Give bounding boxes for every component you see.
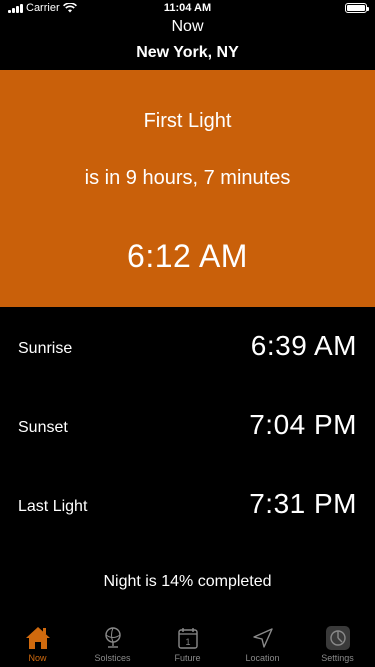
tab-label: Location (245, 653, 280, 663)
event-time: 7:04 PM (249, 409, 357, 440)
status-bar: Carrier 11:04 AM (0, 0, 375, 18)
tab-location[interactable]: Location (225, 620, 300, 667)
tab-label: Now (28, 653, 47, 663)
next-event-time: 6:12 AM (127, 238, 248, 274)
event-time: 6:39 AM (250, 330, 357, 361)
tab-label: Settings (321, 653, 354, 663)
home-icon (25, 625, 51, 651)
tab-now[interactable]: Now (0, 620, 75, 667)
tab-label: Solstices (94, 653, 131, 663)
event-label: Last Light (18, 498, 88, 515)
event-row-last-light: Last Light 7:31 PM (0, 488, 375, 528)
next-event-card: First Light is in 9 hours, 7 minutes 6:1… (0, 70, 375, 307)
location-title[interactable]: New York, NY (0, 44, 375, 62)
tab-bar: Now Solstices 1 Future Location Settings (0, 620, 375, 667)
event-label: Sunrise (18, 340, 73, 357)
event-label: Sunset (18, 419, 68, 436)
svg-text:1: 1 (185, 637, 190, 647)
event-time: 7:31 PM (249, 488, 357, 519)
location-arrow-icon (250, 625, 276, 651)
event-row-sunrise: Sunrise 6:39 AM (0, 330, 375, 370)
settings-icon (325, 625, 351, 651)
night-progress-text: Night is 14% completed (103, 573, 272, 590)
next-event-countdown: is in 9 hours, 7 minutes (84, 167, 291, 189)
battery-icon (345, 3, 369, 13)
tab-solstices[interactable]: Solstices (75, 620, 150, 667)
calendar-icon: 1 (175, 625, 201, 651)
status-time: 11:04 AM (163, 2, 212, 14)
globe-icon (100, 625, 126, 651)
tab-future[interactable]: 1 Future (150, 620, 225, 667)
event-row-sunset: Sunset 7:04 PM (0, 409, 375, 449)
tab-label: Future (174, 653, 201, 663)
page-title: Now (171, 18, 204, 35)
tab-settings[interactable]: Settings (300, 620, 375, 667)
next-event-name: First Light (143, 110, 232, 132)
